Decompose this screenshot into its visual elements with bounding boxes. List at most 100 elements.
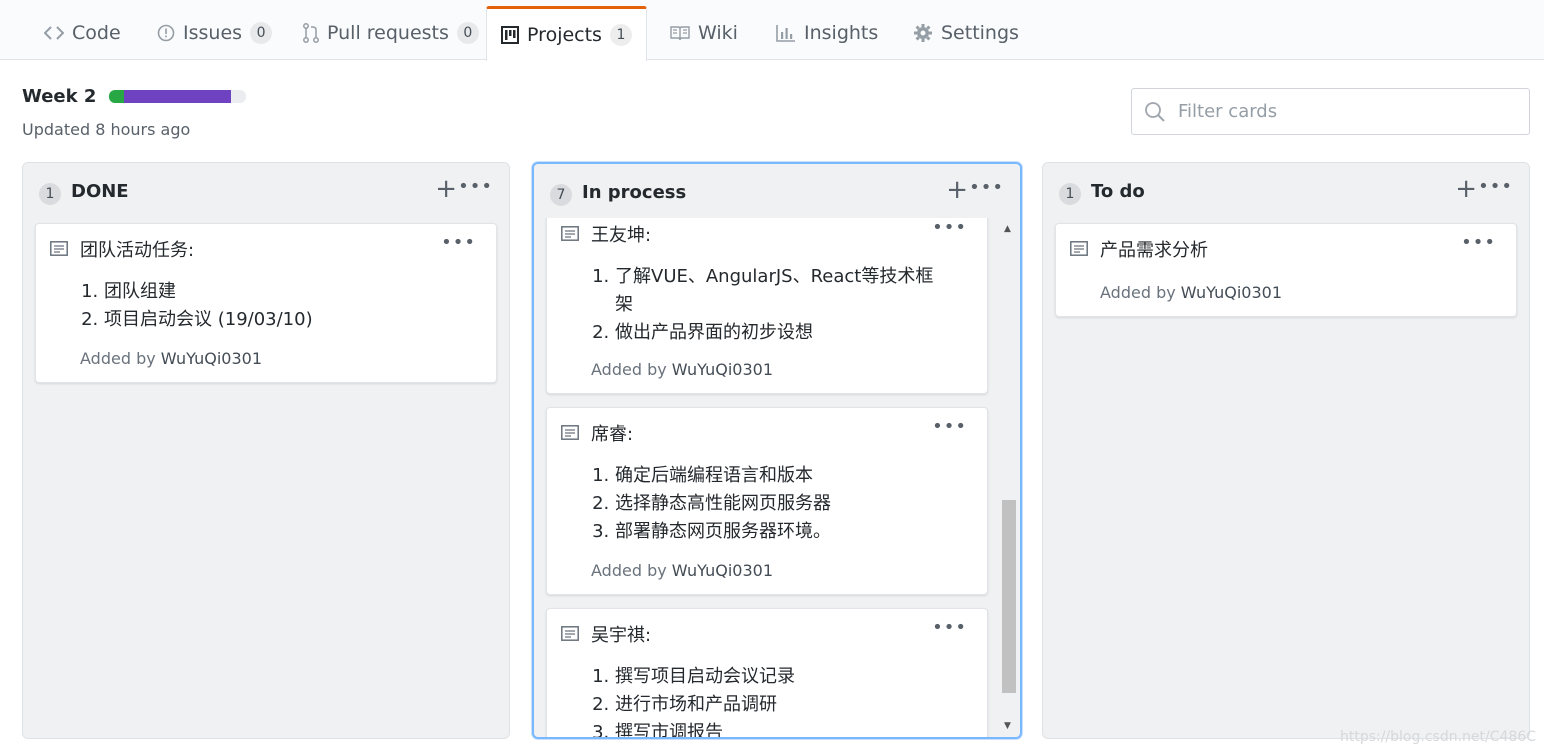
pull-request-icon bbox=[303, 23, 319, 43]
column-cards: 团队活动任务: ••• 团队组建 项目启动会议 (19/03/10) Added… bbox=[23, 217, 509, 738]
gear-icon bbox=[913, 23, 933, 43]
card-task-list: 团队组建 项目启动会议 (19/03/10) bbox=[80, 278, 444, 334]
book-icon bbox=[670, 25, 690, 41]
tab-issues[interactable]: Issues 0 bbox=[157, 6, 273, 60]
column-title: In process bbox=[582, 182, 687, 203]
card[interactable]: 吴宇祺: ••• 撰写项目启动会议记录 进行市场和产品调研 撰写市调报告 bbox=[546, 608, 988, 737]
card[interactable]: 团队活动任务: ••• 团队组建 项目启动会议 (19/03/10) Added… bbox=[35, 223, 497, 383]
list-item: 了解VUE、AngularJS、React等技术框架 bbox=[615, 263, 945, 319]
issues-counter: 0 bbox=[250, 22, 273, 44]
card[interactable]: 席睿: ••• 确定后端编程语言和版本 选择静态高性能网页服务器 部署静态网页服… bbox=[546, 407, 988, 595]
tab-settings-label: Settings bbox=[941, 22, 1019, 44]
added-by-label: Added by bbox=[591, 360, 672, 379]
list-item: 项目启动会议 (19/03/10) bbox=[104, 306, 444, 334]
list-item: 撰写市调报告 bbox=[615, 719, 955, 737]
column-menu-kebab-icon[interactable]: ••• bbox=[969, 177, 1004, 198]
project-icon bbox=[501, 26, 520, 44]
added-by-label: Added by bbox=[1100, 283, 1181, 302]
list-item: 进行市场和产品调研 bbox=[615, 691, 955, 719]
note-icon bbox=[561, 226, 579, 241]
column-cards: 产品需求分析 ••• Added by WuYuQi0301 bbox=[1043, 217, 1529, 738]
search-icon bbox=[1144, 101, 1166, 123]
column-menu-kebab-icon[interactable]: ••• bbox=[1478, 176, 1513, 197]
card-menu-kebab-icon[interactable]: ••• bbox=[932, 416, 967, 437]
scroll-up-arrow-icon[interactable]: ▲ bbox=[1004, 224, 1011, 234]
tab-pull-requests[interactable]: Pull requests 0 bbox=[303, 6, 479, 60]
card-added-by: Added by WuYuQi0301 bbox=[591, 360, 773, 379]
issue-icon bbox=[157, 24, 175, 42]
list-item: 撰写项目启动会议记录 bbox=[615, 663, 955, 691]
column-card-count: 7 bbox=[550, 184, 572, 206]
card-author-link[interactable]: WuYuQi0301 bbox=[672, 360, 773, 379]
card-title: 王友坤: bbox=[591, 225, 652, 246]
column-cards: 王友坤: ••• 了解VUE、AngularJS、React等技术框架 做出产品… bbox=[534, 218, 1000, 737]
scroll-down-arrow-icon[interactable]: ▼ bbox=[1004, 721, 1011, 731]
tab-settings[interactable]: Settings bbox=[913, 6, 1019, 60]
card-added-by: Added by WuYuQi0301 bbox=[80, 349, 262, 368]
card-task-list: 了解VUE、AngularJS、React等技术框架 做出产品界面的初步设想 bbox=[591, 263, 945, 347]
note-icon bbox=[1070, 241, 1088, 256]
graph-icon bbox=[776, 24, 796, 42]
card-title: 团队活动任务: bbox=[80, 240, 195, 261]
filter-cards-field[interactable] bbox=[1131, 88, 1530, 135]
list-item: 部署静态网页服务器环境。 bbox=[615, 518, 955, 546]
progress-in-progress-segment bbox=[124, 90, 231, 103]
list-item: 选择静态高性能网页服务器 bbox=[615, 490, 955, 518]
note-icon bbox=[561, 425, 579, 440]
tab-wiki-label: Wiki bbox=[698, 22, 738, 44]
card-menu-kebab-icon[interactable]: ••• bbox=[1461, 232, 1496, 253]
card[interactable]: 王友坤: ••• 了解VUE、AngularJS、React等技术框架 做出产品… bbox=[546, 218, 988, 394]
pull-requests-counter: 0 bbox=[456, 22, 479, 44]
tab-projects-label: Projects bbox=[527, 24, 602, 46]
column-done: 1 DONE + ••• 团队活动任务: ••• 团队组建 项目启动会议 (19… bbox=[22, 162, 510, 739]
progress-done-segment bbox=[109, 90, 125, 103]
card-title: 席睿: bbox=[591, 424, 634, 445]
card-menu-kebab-icon[interactable]: ••• bbox=[932, 617, 967, 638]
repo-tab-bar: Code Issues 0 Pull requests 0 Projects 1… bbox=[0, 0, 1544, 61]
project-title: Week 2 bbox=[22, 86, 97, 107]
tab-insights[interactable]: Insights bbox=[776, 6, 878, 60]
watermark: https://blog.csdn.net/C486C bbox=[1339, 729, 1536, 745]
note-icon bbox=[50, 241, 68, 256]
project-progress-bar bbox=[109, 90, 246, 103]
column-scrollbar[interactable]: ▲ ▼ bbox=[1000, 220, 1018, 733]
list-item: 确定后端编程语言和版本 bbox=[615, 462, 955, 490]
column-in-process: 7 In process + ••• 王友坤: ••• 了解VUE、Angula… bbox=[532, 162, 1022, 739]
column-title: To do bbox=[1091, 181, 1145, 202]
add-card-plus-icon[interactable]: + bbox=[1455, 176, 1477, 202]
tab-projects[interactable]: Projects 1 bbox=[486, 6, 647, 61]
card-author-link[interactable]: WuYuQi0301 bbox=[672, 561, 773, 580]
card-author-link[interactable]: WuYuQi0301 bbox=[1181, 283, 1282, 302]
added-by-label: Added by bbox=[591, 561, 672, 580]
projects-counter: 1 bbox=[609, 24, 632, 46]
tab-issues-label: Issues bbox=[183, 22, 243, 44]
tab-code[interactable]: Code bbox=[44, 6, 121, 60]
add-card-plus-icon[interactable]: + bbox=[435, 176, 457, 202]
column-header: 1 DONE + ••• bbox=[23, 163, 509, 217]
tab-wiki[interactable]: Wiki bbox=[670, 6, 738, 60]
column-menu-kebab-icon[interactable]: ••• bbox=[458, 176, 493, 197]
code-icon bbox=[44, 25, 64, 41]
tab-insights-label: Insights bbox=[804, 22, 879, 44]
project-updated-time: Updated 8 hours ago bbox=[22, 120, 191, 139]
card[interactable]: 产品需求分析 ••• Added by WuYuQi0301 bbox=[1055, 223, 1517, 317]
filter-cards-input[interactable] bbox=[1176, 100, 1510, 123]
card-author-link[interactable]: WuYuQi0301 bbox=[161, 349, 262, 368]
column-title: DONE bbox=[71, 181, 129, 202]
tab-pull-requests-label: Pull requests bbox=[327, 22, 449, 44]
tab-code-label: Code bbox=[72, 22, 121, 44]
column-to-do: 1 To do + ••• 产品需求分析 ••• Added by WuYuQi… bbox=[1042, 162, 1530, 739]
card-menu-kebab-icon[interactable]: ••• bbox=[932, 218, 967, 238]
column-card-count: 1 bbox=[1059, 183, 1081, 205]
list-item: 做出产品界面的初步设想 bbox=[615, 319, 945, 347]
add-card-plus-icon[interactable]: + bbox=[946, 177, 968, 203]
list-item: 团队组建 bbox=[104, 278, 444, 306]
card-task-list: 撰写项目启动会议记录 进行市场和产品调研 撰写市调报告 bbox=[591, 663, 955, 737]
card-added-by: Added by WuYuQi0301 bbox=[591, 561, 773, 580]
column-header: 7 In process + ••• bbox=[534, 164, 1020, 218]
card-task-list: 确定后端编程语言和版本 选择静态高性能网页服务器 部署静态网页服务器环境。 bbox=[591, 462, 955, 546]
card-menu-kebab-icon[interactable]: ••• bbox=[441, 232, 476, 253]
card-added-by: Added by WuYuQi0301 bbox=[1100, 283, 1282, 302]
column-card-count: 1 bbox=[39, 183, 61, 205]
scrollbar-thumb[interactable] bbox=[1002, 500, 1016, 693]
